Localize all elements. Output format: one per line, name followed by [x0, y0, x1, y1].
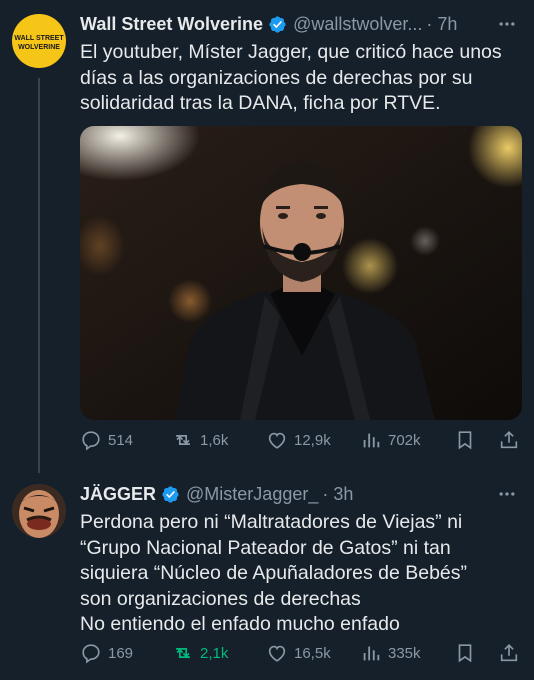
bookmark-icon: [458, 431, 472, 450]
tweet-wall-street-wolverine[interactable]: WALL STREET WOLVERINE Wall Street Wolver…: [0, 0, 534, 473]
more-icon[interactable]: [496, 484, 518, 504]
like-icon: [268, 432, 286, 449]
like-button[interactable]: 12,9k: [266, 429, 331, 451]
avatar-wall-street-wolverine[interactable]: WALL STREET WOLVERINE: [12, 14, 66, 68]
wsw-logo: WALL STREET WOLVERINE: [14, 35, 64, 51]
tweet-header: Wall Street Wolverine @wallstwolver... ·…: [80, 12, 457, 36]
display-name[interactable]: Wall Street Wolverine: [80, 14, 263, 35]
views-button[interactable]: 335k: [360, 642, 421, 664]
tweet-header: JÄGGER @MisterJagger_ · 3h: [80, 482, 353, 506]
views-icon: [363, 646, 380, 661]
retweet-icon: [176, 435, 190, 445]
views-button[interactable]: 702k: [360, 429, 421, 451]
like-count: 16,5k: [294, 644, 331, 662]
retweet-count: 1,6k: [200, 431, 229, 449]
retweet-button[interactable]: 2,1k: [172, 642, 228, 664]
reply-count: 169: [108, 644, 134, 662]
verified-badge-icon: [162, 485, 179, 503]
views-count: 335k: [388, 644, 421, 662]
reply-button[interactable]: 169: [80, 642, 133, 664]
share-button[interactable]: [498, 642, 526, 664]
retweet-icon: [176, 648, 190, 658]
tweet-text: El youtuber, Míster Jagger, que criticó …: [80, 41, 502, 114]
share-icon: [500, 644, 518, 662]
reply-count: 514: [108, 431, 134, 449]
timestamp[interactable]: · 3h: [322, 484, 353, 505]
handle[interactable]: @MisterJagger_: [186, 484, 318, 505]
retweet-count: 2,1k: [200, 644, 229, 662]
avatar-jagger[interactable]: [12, 484, 66, 538]
share-icon: [500, 431, 518, 449]
tweet-photo[interactable]: [80, 126, 522, 420]
handle[interactable]: @wallstwolver...: [293, 14, 422, 35]
tweet-jagger[interactable]: JÄGGER @MisterJagger_ · 3h Perdona pero …: [0, 470, 534, 680]
tweet-text: Perdona pero ni “Maltratadores de Viejas…: [80, 511, 468, 635]
svg-text:WOLVERINE: WOLVERINE: [18, 44, 60, 51]
tweet-actions: 169 2,1k 16,5k 335k: [80, 642, 525, 668]
timestamp[interactable]: · 7h: [426, 14, 457, 35]
display-name[interactable]: JÄGGER: [80, 484, 156, 505]
views-icon: [363, 433, 380, 448]
bookmark-button[interactable]: [454, 642, 482, 664]
reply-icon: [82, 431, 100, 451]
thread-connector-line: [38, 78, 40, 473]
avatar-face-image: [12, 484, 66, 538]
bookmark-button[interactable]: [454, 429, 482, 451]
like-button[interactable]: 16,5k: [266, 642, 331, 664]
like-icon: [268, 645, 286, 662]
reply-icon: [82, 644, 100, 664]
share-button[interactable]: [498, 429, 526, 451]
reply-button[interactable]: 514: [80, 429, 133, 451]
photo-man-in-black-coat: [80, 126, 522, 420]
like-count: 12,9k: [294, 431, 331, 449]
bookmark-icon: [458, 644, 472, 663]
tweet-actions: 514 1,6k 12,9k 702k: [80, 429, 525, 455]
more-icon[interactable]: [496, 14, 518, 34]
svg-text:WALL STREET: WALL STREET: [14, 35, 64, 42]
verified-badge-icon: [269, 15, 286, 33]
views-count: 702k: [388, 431, 421, 449]
retweet-button[interactable]: 1,6k: [172, 429, 228, 451]
